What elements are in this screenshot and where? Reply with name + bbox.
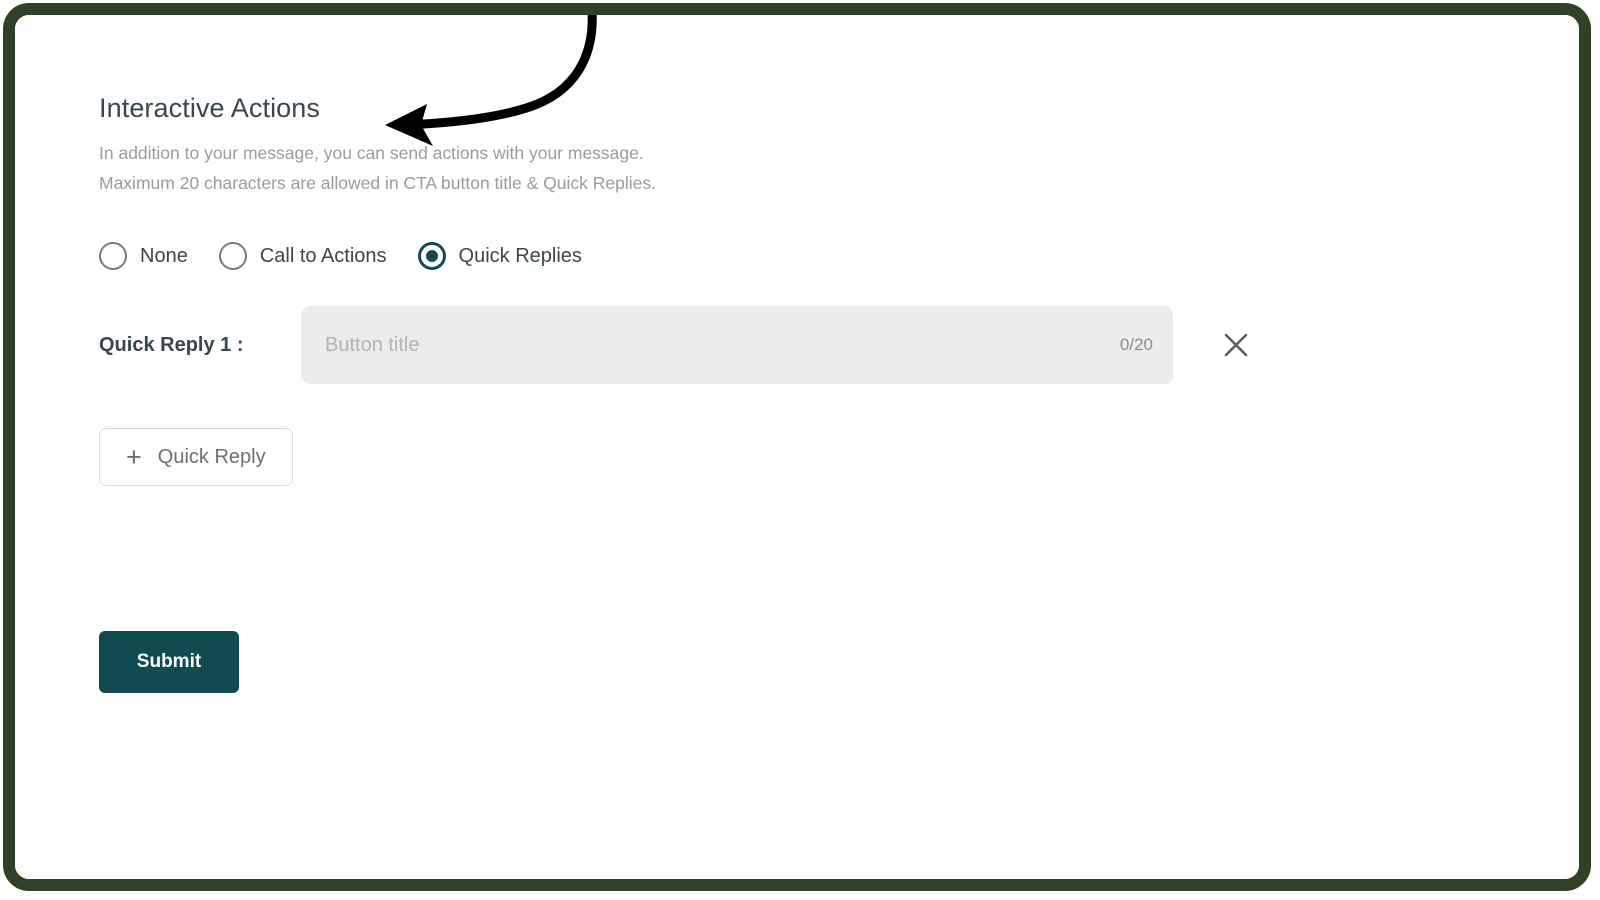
page-title: Interactive Actions xyxy=(99,93,321,123)
radio-circle-selected-icon[interactable] xyxy=(417,242,446,270)
radio-label-none: None xyxy=(140,244,188,267)
radio-option-none[interactable]: None xyxy=(99,242,188,270)
quick-reply-field-wrapper: 0/20 xyxy=(301,306,1173,384)
radio-circle-icon[interactable] xyxy=(99,242,127,270)
radio-circle-icon[interactable] xyxy=(218,242,247,270)
add-quick-reply-button[interactable]: + Quick Reply xyxy=(99,428,293,486)
interactive-actions-section: Interactive Actions In addition to your … xyxy=(99,93,1559,486)
action-type-radio-group: None Call to Actions Quick Replies xyxy=(99,242,1559,270)
radio-label-call-to-actions: Call to Actions xyxy=(259,244,387,267)
quick-reply-input[interactable] xyxy=(301,306,1173,384)
radio-option-quick-replies[interactable]: Quick Replies xyxy=(417,242,582,270)
screenshot-root: Interactive Actions In addition to your … xyxy=(0,0,1600,900)
close-icon[interactable] xyxy=(1219,328,1253,362)
quick-reply-label: Quick Reply 1 : xyxy=(99,333,244,356)
quick-reply-row-1: Quick Reply 1 : 0/20 xyxy=(99,306,1559,384)
radio-label-quick-replies: Quick Replies xyxy=(458,244,582,267)
green-framed-card: Interactive Actions In addition to your … xyxy=(3,3,1591,891)
add-quick-reply-label: Quick Reply xyxy=(157,445,266,468)
card-content-area: Interactive Actions In addition to your … xyxy=(15,15,1579,879)
submit-button[interactable]: Submit xyxy=(99,631,239,693)
radio-option-call-to-actions[interactable]: Call to Actions xyxy=(218,242,387,270)
section-description: In addition to your message, you can sen… xyxy=(99,138,1559,198)
description-line-2: Maximum 20 characters are allowed in CTA… xyxy=(99,173,656,193)
plus-icon: + xyxy=(126,441,142,472)
description-line-1: In addition to your message, you can sen… xyxy=(99,143,644,163)
